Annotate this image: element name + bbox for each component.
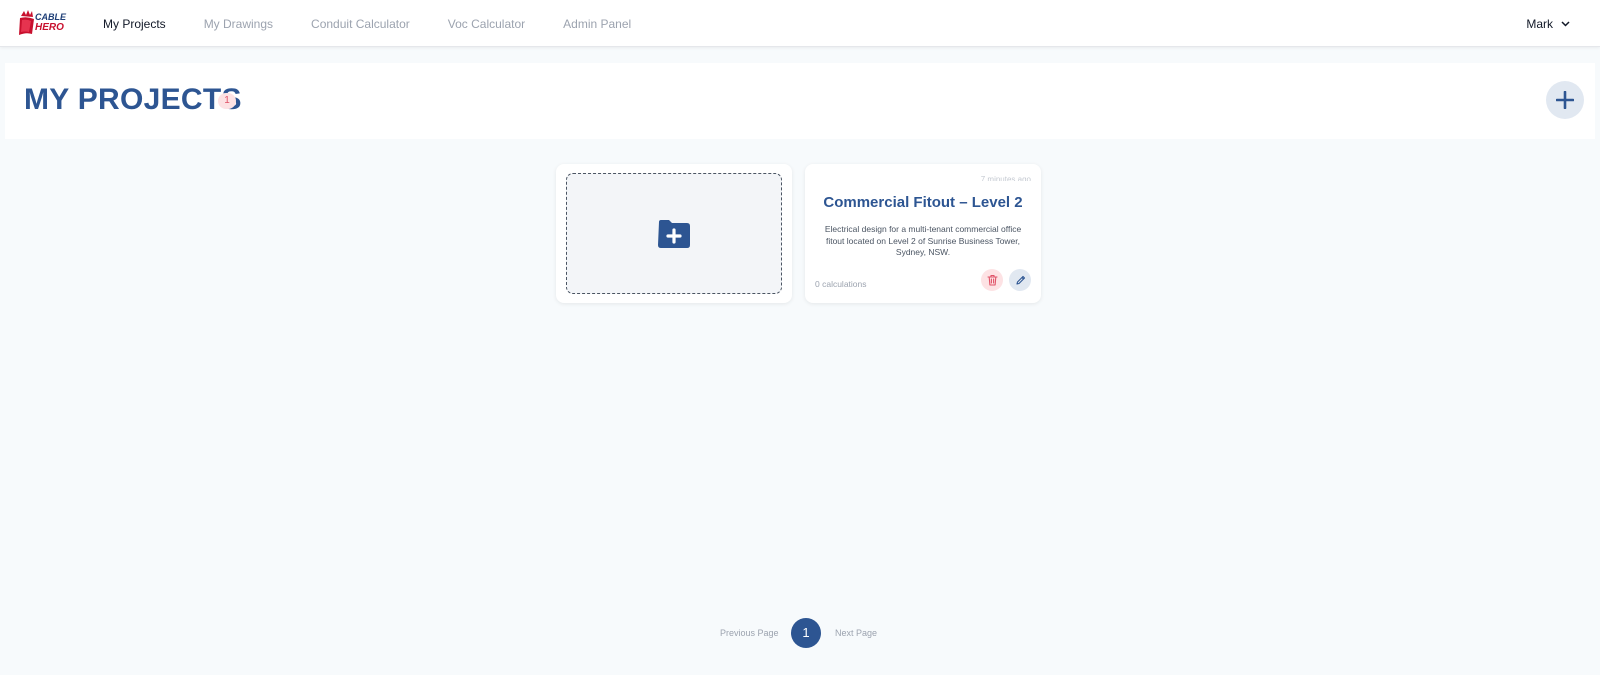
project-description: Electrical design for a multi-tenant com… — [824, 224, 1022, 257]
nav-admin-panel[interactable]: Admin Panel — [563, 17, 631, 31]
project-card[interactable]: 7 minutes ago Commercial Fitout – Level … — [805, 164, 1041, 303]
project-title[interactable]: Commercial Fitout – Level 2 — [805, 194, 1041, 211]
chevron-down-icon — [1561, 20, 1570, 27]
svg-text:CABLE: CABLE — [35, 12, 67, 22]
nav-voc-calculator[interactable]: Voc Calculator — [448, 17, 525, 31]
nav-my-projects[interactable]: My Projects — [103, 17, 166, 31]
delete-project-button[interactable] — [981, 269, 1003, 291]
pagination: Previous Page 1 Next Page — [0, 617, 1600, 649]
project-timestamp: 7 minutes ago — [980, 176, 1031, 181]
project-calculations-count: 0 calculations — [815, 279, 867, 289]
top-navbar: CABLE HERO My Projects My Drawings Condu… — [0, 0, 1600, 47]
previous-page-link[interactable]: Previous Page — [720, 628, 779, 638]
project-count-badge: 1 — [218, 93, 236, 109]
user-menu[interactable]: Mark — [1526, 0, 1570, 47]
add-project-button[interactable] — [1546, 81, 1584, 119]
plus-icon — [1556, 91, 1574, 109]
cable-hero-logo[interactable]: CABLE HERO — [18, 8, 68, 36]
pencil-icon — [1015, 275, 1025, 285]
main-nav: My Projects My Drawings Conduit Calculat… — [103, 0, 669, 47]
user-name: Mark — [1526, 16, 1553, 31]
current-page-button[interactable]: 1 — [791, 618, 821, 648]
logo-icon: CABLE HERO — [19, 10, 67, 35]
new-project-dropzone[interactable] — [566, 173, 782, 294]
folder-plus-icon — [658, 219, 690, 248]
edit-project-button[interactable] — [1009, 269, 1031, 291]
nav-my-drawings[interactable]: My Drawings — [204, 17, 273, 31]
new-project-card — [556, 164, 792, 303]
page-header: MY PROJECTS 1 — [5, 63, 1595, 139]
page-title: MY PROJECTS — [24, 83, 242, 116]
nav-conduit-calculator[interactable]: Conduit Calculator — [311, 17, 410, 31]
svg-text:HERO: HERO — [35, 22, 64, 33]
trash-icon — [986, 274, 998, 286]
next-page-link[interactable]: Next Page — [835, 628, 877, 638]
